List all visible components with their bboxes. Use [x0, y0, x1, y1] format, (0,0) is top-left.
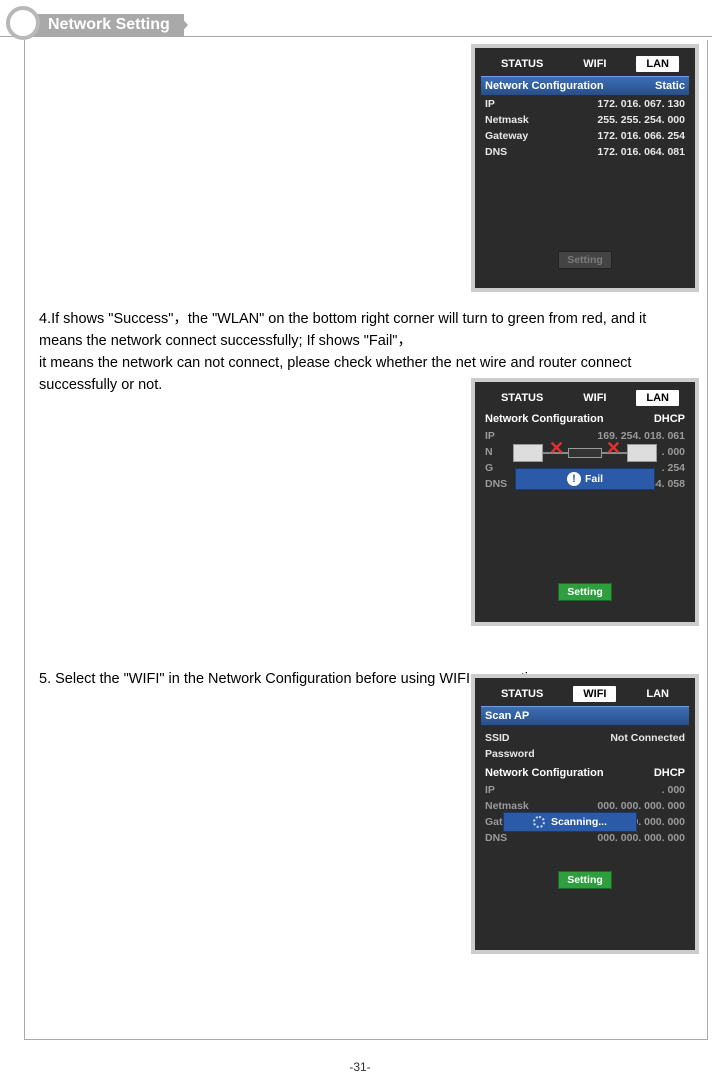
tab-bar: STATUS WIFI LAN [475, 388, 695, 410]
tab-status[interactable]: STATUS [491, 390, 553, 406]
ip-value: . 000 [662, 784, 685, 796]
gateway-value: 172. 016. 066. 254 [597, 130, 685, 142]
page-number: -31- [0, 1060, 720, 1074]
spinner-icon [533, 816, 545, 828]
fail-label: Fail [585, 473, 603, 485]
dns-value: 000. 000. 000. 000 [597, 832, 685, 844]
gateway-label: Gateway [485, 130, 528, 142]
setting-button[interactable]: Setting [558, 871, 612, 889]
ip-label: IP [485, 784, 495, 796]
tab-lan[interactable]: LAN [636, 390, 679, 406]
page-header: Network Setting [0, 8, 720, 40]
network-config-mode: DHCP [654, 413, 685, 425]
ip-label: IP [485, 98, 495, 110]
tab-lan[interactable]: LAN [636, 686, 679, 702]
netmask-row: Netmask 255. 255. 254. 000 [475, 112, 695, 128]
tab-bar: STATUS WIFI LAN [475, 54, 695, 76]
scan-ap-label: Scan AP [485, 710, 529, 722]
ssid-row[interactable]: SSID Not Connected [475, 730, 695, 746]
dns-row: DNS 172. 016. 064. 081 [475, 144, 695, 160]
netmask-label: N [485, 446, 493, 458]
network-config-label: Network Configuration [485, 413, 604, 425]
dns-row: DNS 000. 000. 000. 000 [475, 830, 695, 846]
tab-wifi[interactable]: WIFI [573, 686, 616, 702]
network-panel-wifi: STATUS WIFI LAN Scan AP SSID Not Connect… [471, 674, 699, 954]
device-router-icon [568, 448, 602, 458]
network-panel-fail: STATUS WIFI LAN Network Configuration DH… [471, 378, 699, 626]
password-row[interactable]: Password [475, 746, 695, 762]
header-divider [0, 36, 712, 37]
ssid-value: Not Connected [610, 732, 685, 744]
gateway-value: . 254 [662, 462, 685, 474]
ip-label: IP [485, 430, 495, 442]
netmask-value: 000. 000. 000. 000 [597, 800, 685, 812]
page-content: STATUS WIFI LAN Network Configuration St… [24, 40, 708, 1040]
netmask-label: Netmask [485, 114, 529, 126]
header-circle-icon [6, 6, 40, 40]
netmask-label: Netmask [485, 800, 529, 812]
network-config-mode: Static [655, 80, 685, 92]
network-config-row[interactable]: Network Configuration DHCP [481, 410, 689, 428]
tab-status[interactable]: STATUS [491, 686, 553, 702]
tab-lan[interactable]: LAN [636, 56, 679, 72]
network-panel-static: STATUS WIFI LAN Network Configuration St… [471, 44, 699, 292]
netmask-value: . 000 [662, 446, 685, 458]
dns-label: DNS [485, 832, 507, 844]
connection-graphic: ✕ ✕ [513, 438, 657, 466]
device-monitor-icon [513, 444, 543, 462]
setting-button[interactable]: Setting [558, 251, 612, 269]
dns-label: DNS [485, 478, 507, 490]
ip-row: IP . 000 [475, 782, 695, 798]
device-monitor-icon [627, 444, 657, 462]
ssid-label: SSID [485, 732, 510, 744]
alert-icon: ! [567, 472, 581, 486]
dns-value: 172. 016. 064. 081 [597, 146, 685, 158]
x-mark-icon: ✕ [549, 438, 564, 459]
network-config-label: Network Configuration [485, 767, 604, 779]
tab-bar: STATUS WIFI LAN [475, 684, 695, 706]
ip-row: IP 172. 016. 067. 130 [475, 96, 695, 112]
ip-value: 172. 016. 067. 130 [597, 98, 685, 110]
tab-wifi[interactable]: WIFI [573, 390, 616, 406]
gateway-label: G [485, 462, 493, 474]
fail-popup: ! Fail [515, 468, 655, 490]
scan-ap-row[interactable]: Scan AP [481, 706, 689, 726]
password-label: Password [485, 748, 535, 760]
tab-status[interactable]: STATUS [491, 56, 553, 72]
network-config-row[interactable]: Network Configuration DHCP [481, 764, 689, 782]
tab-wifi[interactable]: WIFI [573, 56, 616, 72]
setting-button[interactable]: Setting [558, 583, 612, 601]
x-mark-icon: ✕ [606, 438, 621, 459]
network-config-row[interactable]: Network Configuration Static [481, 76, 689, 96]
page-title: Network Setting [28, 14, 184, 36]
netmask-value: 255. 255. 254. 000 [597, 114, 685, 126]
network-config-label: Network Configuration [485, 80, 604, 92]
dns-label: DNS [485, 146, 507, 158]
network-config-mode: DHCP [654, 767, 685, 779]
scanning-label: Scanning... [551, 816, 607, 828]
gateway-row: Gateway 172. 016. 066. 254 [475, 128, 695, 144]
scanning-popup: Scanning... [503, 812, 637, 832]
